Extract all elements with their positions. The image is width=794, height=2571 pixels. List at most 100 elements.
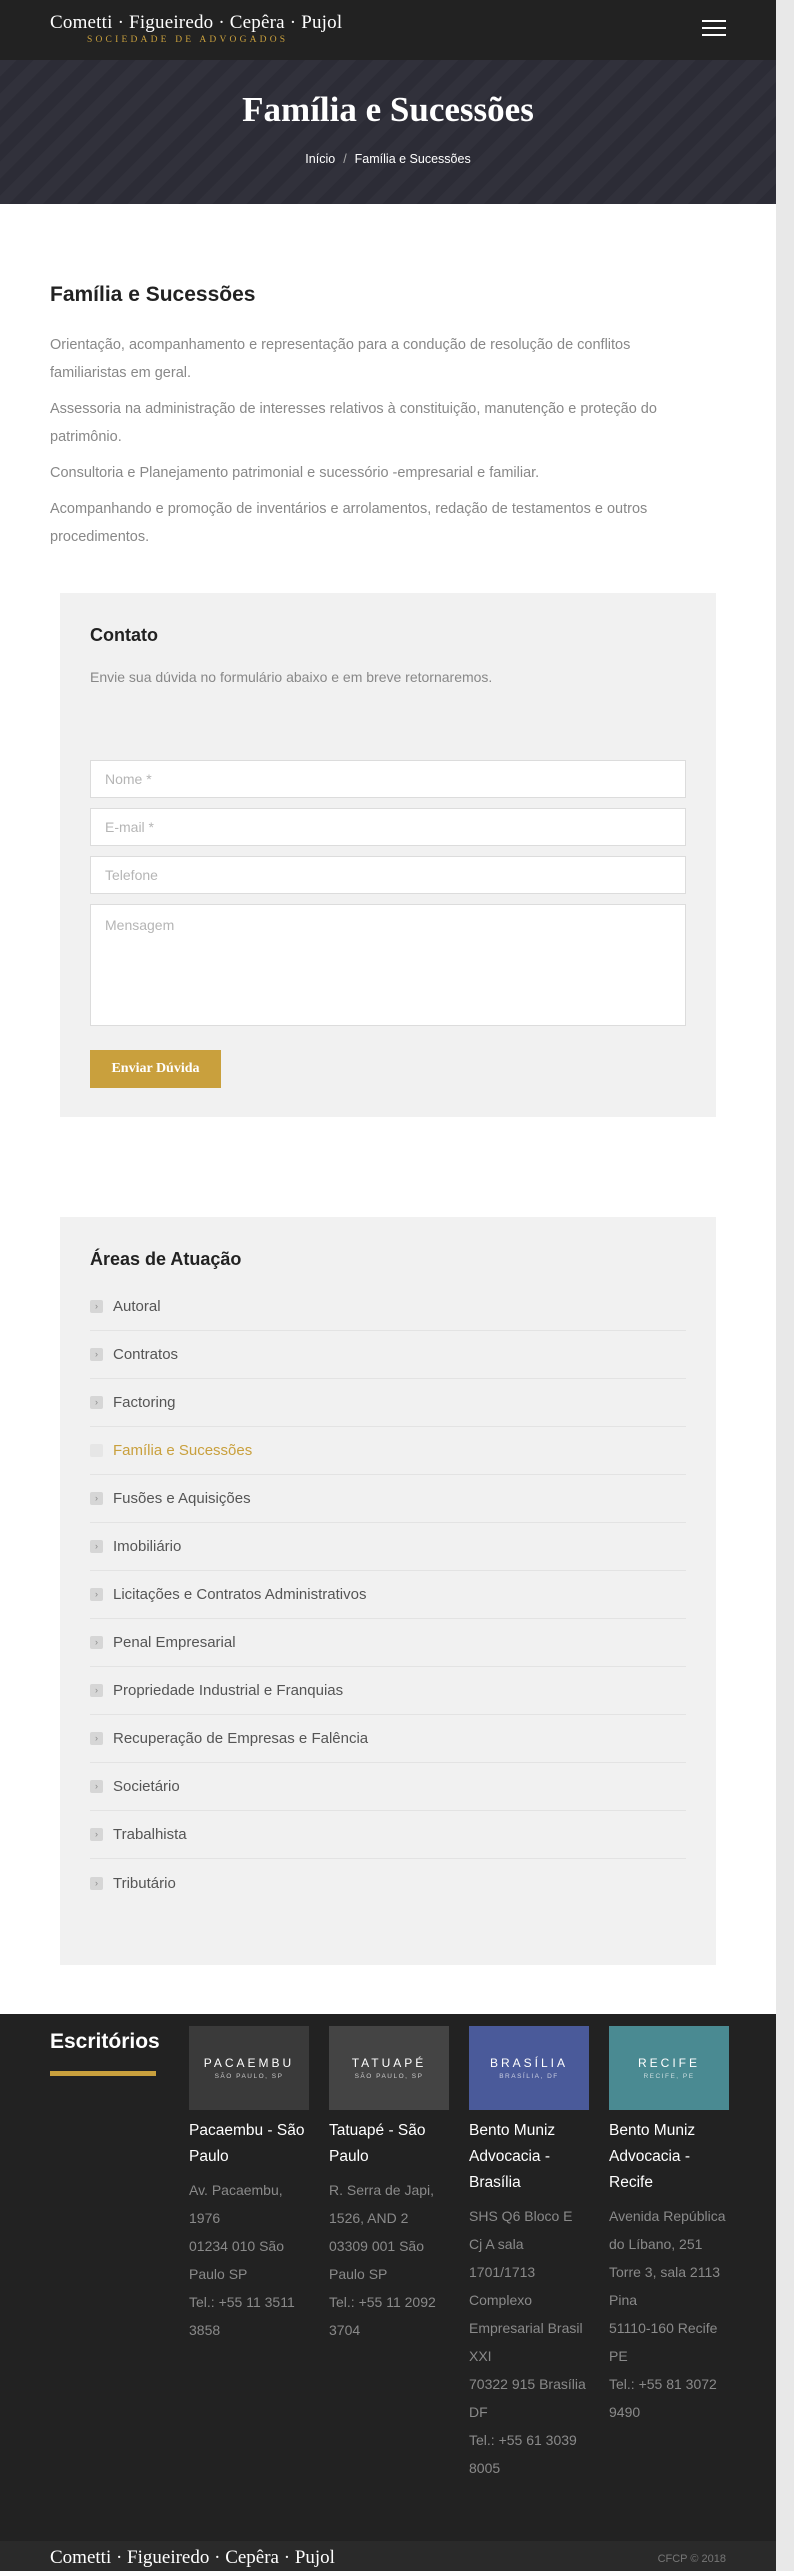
chevron-right-icon: › — [90, 1684, 103, 1697]
area-item[interactable]: › Contratos — [90, 1331, 686, 1379]
chevron-right-icon: › — [90, 1540, 103, 1553]
office-thumbnail[interactable]: TATUAPÉ SÃO PAULO, SP — [329, 2026, 449, 2110]
area-link[interactable]: Fusões e Aquisições — [113, 1490, 251, 1507]
send-button[interactable]: Enviar Dúvida — [90, 1050, 221, 1088]
footer: Escritórios PACAEMBU SÃO PAULO, SP Pacaemb… — [0, 2014, 776, 2541]
chevron-right-icon: › — [90, 1348, 103, 1361]
breadcrumb: Início / Família e Sucessões — [0, 152, 776, 166]
office-street: R. Serra de Japi, 1526, AND 2 — [329, 2182, 435, 2226]
area-item[interactable]: › Factoring — [90, 1379, 686, 1427]
area-item[interactable]: › Trabalhista — [90, 1811, 686, 1859]
contact-title: Contato — [90, 625, 158, 645]
chevron-right-icon: › — [90, 1636, 103, 1649]
area-link[interactable]: Autoral — [113, 1298, 161, 1315]
chevron-right-icon: › — [90, 1876, 103, 1890]
area-item[interactable]: › Fusões e Aquisições — [90, 1475, 686, 1523]
area-item[interactable]: › Licitações e Contratos Administrativos — [90, 1571, 686, 1619]
office-zip: 70322 915 Brasília DF — [469, 2376, 586, 2420]
chevron-right-icon: › — [90, 1492, 103, 1505]
area-link[interactable]: Família e Sucessões — [113, 1442, 252, 1459]
thumbnail-subtitle: SÃO PAULO, SP — [354, 2073, 424, 2080]
content-paragraph: Orientação, acompanhamento e representaç… — [50, 337, 631, 381]
office-address: SHS Q6 Bloco E Cj A sala 1701/1713 Compl… — [469, 2202, 589, 2482]
office-zip: 51110-160 Recife PE — [609, 2320, 718, 2364]
chevron-right-icon: › — [90, 1588, 103, 1601]
office-address: Av. Pacaembu, 1976 01234 010 São Paulo SP… — [189, 2176, 309, 2344]
office-card: PACAEMBU SÃO PAULO, SP Pacaembu - São Paul… — [189, 2026, 309, 2344]
area-link[interactable]: Tributário — [113, 1875, 176, 1892]
office-name: Bento Muniz Advocacia - Recife — [609, 2122, 696, 2191]
logo-text: Cometti · Figueiredo · Cepêra · Pujol — [50, 12, 343, 33]
office-street: Av. Pacaembu, 1976 — [189, 2182, 283, 2226]
area-item[interactable]: › Propriedade Industrial e Franquias — [90, 1667, 686, 1715]
office-name: Pacaembu - São Paulo — [189, 2122, 305, 2165]
content-heading: Família e Sucessões — [50, 283, 256, 306]
office-address: R. Serra de Japi, 1526, AND 2 03309 001 S… — [329, 2176, 449, 2344]
chevron-right-icon: › — [90, 1396, 103, 1409]
office-street: SHS Q6 Bloco E Cj A sala 1701/1713 Compl… — [469, 2208, 583, 2364]
office-thumbnail[interactable]: RECIFE RECIFE, PE — [609, 2026, 729, 2110]
office-zip: 03309 001 São Paulo SP — [329, 2238, 424, 2282]
content-paragraph: Acompanhando e promoção de inventários e… — [50, 501, 648, 545]
contact-widget: Contato Envie sua dúvida no formulário a… — [60, 593, 716, 1117]
office-address: Avenida República do Líbano, 251 Torre 3… — [609, 2202, 729, 2426]
areas-widget: Áreas de Atuação › Autoral › Contratos › Fact… — [60, 1217, 716, 1965]
area-item[interactable]: › Imobiliário — [90, 1523, 686, 1571]
areas-title: Áreas de Atuação — [90, 1249, 242, 1269]
area-item[interactable]: › Família e Sucessões — [90, 1427, 686, 1475]
chevron-right-icon: › — [90, 1780, 103, 1793]
area-link[interactable]: Factoring — [113, 1394, 176, 1411]
area-link[interactable]: Penal Empresarial — [113, 1634, 236, 1651]
area-item[interactable]: › Societário — [90, 1763, 686, 1811]
main-content: Família e Sucessões Orientação, acompanh… — [50, 283, 690, 559]
thumbnail-title: RECIFE — [637, 2056, 700, 2070]
area-link[interactable]: Contratos — [113, 1346, 178, 1363]
office-thumbnail[interactable]: BRASÍLIA BRASÍLIA, DF — [469, 2026, 589, 2110]
name-field[interactable] — [90, 760, 686, 798]
footer-title: Escritórios — [50, 2030, 160, 2053]
breadcrumb-current: Família e Sucessões — [354, 152, 471, 166]
area-link[interactable]: Trabalhista — [113, 1826, 187, 1843]
area-link[interactable]: Societário — [113, 1778, 180, 1795]
bottom-bar: Cometti · Figueiredo · Cepêra · Pujol CF… — [0, 2541, 776, 2571]
phone-field[interactable] — [90, 856, 686, 894]
area-item[interactable]: › Autoral — [90, 1283, 686, 1331]
area-item[interactable]: › Recuperação de Empresas e Falência — [90, 1715, 686, 1763]
office-phone: Tel.: +55 11 3511 3858 — [189, 2294, 295, 2338]
logo-tagline: SOCIEDADE DE ADVOGADOS — [87, 35, 289, 45]
chevron-right-icon: › — [90, 1300, 103, 1313]
page-hero: Família e Sucessões Início / Família e Suc… — [0, 60, 776, 204]
chevron-right-icon: › — [90, 1444, 103, 1457]
office-card: BRASÍLIA BRASÍLIA, DF Bento Muniz Advocaci… — [469, 2026, 589, 2482]
breadcrumb-separator: / — [343, 152, 347, 166]
chevron-right-icon: › — [90, 1828, 103, 1841]
logo[interactable]: Cometti · Figueiredo · Cepêra · Pujol SO… — [50, 12, 342, 45]
top-bar: Cometti · Figueiredo · Cepêra · Pujol SO… — [0, 0, 776, 60]
message-field[interactable] — [90, 904, 686, 1026]
menu-icon[interactable] — [702, 20, 726, 38]
area-link[interactable]: Imobiliário — [113, 1538, 181, 1555]
area-link[interactable]: Recuperação de Empresas e Falência — [113, 1730, 368, 1747]
office-name: Tatuapé - São Paulo — [329, 2122, 426, 2165]
footer-logo[interactable]: Cometti · Figueiredo · Cepêra · Pujol — [50, 2547, 335, 2569]
area-item[interactable]: › Tributário — [90, 1859, 686, 1907]
thumbnail-title: TATUAPÉ — [351, 2056, 427, 2070]
office-phone: Tel.: +55 81 3072 9490 — [609, 2376, 717, 2420]
page: Cometti · Figueiredo · Cepêra · Pujol SO… — [0, 0, 776, 2571]
area-item[interactable]: › Penal Empresarial — [90, 1619, 686, 1667]
thumbnail-subtitle: BRASÍLIA, DF — [499, 2073, 559, 2080]
area-link[interactable]: Licitações e Contratos Administrativos — [113, 1586, 366, 1603]
office-phone: Tel.: +55 11 2092 3704 — [329, 2294, 436, 2338]
email-field[interactable] — [90, 808, 686, 846]
office-thumbnail[interactable]: PACAEMBU SÃO PAULO, SP — [189, 2026, 309, 2110]
scrollbar-track[interactable] — [776, 0, 794, 2571]
footer-title-underline — [50, 2071, 156, 2076]
thumbnail-subtitle: SÃO PAULO, SP — [214, 2073, 284, 2080]
area-link[interactable]: Propriedade Industrial e Franquias — [113, 1682, 343, 1699]
content-paragraph: Assessoria na administração de interesse… — [50, 401, 657, 445]
office-zip: 01234 010 São Paulo SP — [189, 2238, 284, 2282]
contact-lead: Envie sua dúvida no formulário abaixo e … — [90, 669, 493, 685]
copyright: CFCP © 2018 — [657, 2553, 726, 2565]
office-card: TATUAPÉ SÃO PAULO, SP Tatuapé - São Paulo R… — [329, 2026, 449, 2344]
breadcrumb-home-link[interactable]: Início — [305, 152, 335, 166]
